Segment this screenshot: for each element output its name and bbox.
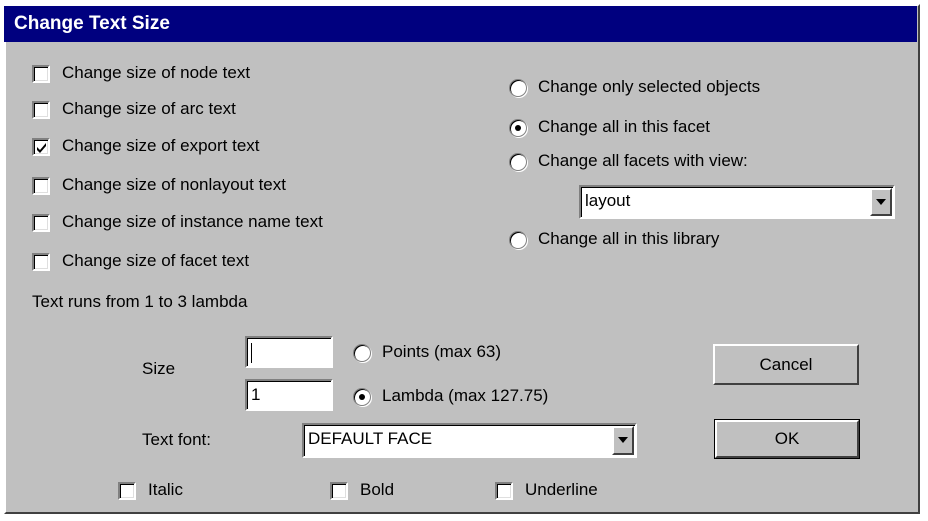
view-select-dropdown-button[interactable]	[870, 188, 892, 216]
radio-all-facets-with-view[interactable]	[509, 153, 527, 171]
checkbox-instance-name-text-label: Change size of instance name text	[62, 212, 323, 231]
checkbox-export-text[interactable]	[32, 138, 50, 156]
checkbox-bold[interactable]	[330, 482, 348, 500]
radio-points[interactable]	[353, 344, 371, 362]
radio-all-facets-with-view-label: Change all facets with view:	[538, 151, 748, 170]
view-select-value: layout	[585, 191, 631, 210]
radio-selected-dot-icon	[515, 125, 521, 131]
radio-points-label: Points (max 63)	[382, 342, 502, 361]
checkbox-bold-label: Bold	[360, 480, 395, 499]
checkbox-underline-label: Underline	[525, 480, 598, 499]
checkbox-export-text-label: Change size of export text	[62, 136, 260, 155]
checkbox-underline[interactable]	[495, 482, 513, 500]
checkbox-nonlayout-text-label: Change size of nonlayout text	[62, 175, 286, 194]
checkbox-instance-name-text[interactable]	[32, 214, 50, 232]
checkmark-icon	[37, 143, 46, 153]
lambda-input-value: 1	[251, 385, 261, 404]
lambda-input[interactable]: 1	[245, 379, 333, 411]
checkbox-node-text[interactable]	[32, 65, 50, 83]
radio-all-in-facet[interactable]	[509, 119, 527, 137]
size-label: Size	[142, 359, 176, 378]
checkbox-node-text-label: Change size of node text	[62, 63, 251, 82]
text-font-label: Text font:	[142, 430, 211, 449]
checkbox-italic-label: Italic	[148, 480, 183, 499]
points-input[interactable]	[245, 336, 333, 368]
cancel-button[interactable]: Cancel	[713, 344, 859, 385]
checkbox-facet-text[interactable]	[32, 253, 50, 271]
checkbox-facet-text-label: Change size of facet text	[62, 251, 250, 270]
radio-selected-objects-label: Change only selected objects	[538, 77, 761, 96]
radio-all-in-library[interactable]	[509, 231, 527, 249]
radio-all-in-library-label: Change all in this library	[538, 229, 720, 248]
text-font-dropdown-button[interactable]	[612, 426, 634, 455]
chevron-down-icon	[618, 437, 628, 443]
radio-lambda-label: Lambda (max 127.75)	[382, 386, 549, 405]
chevron-down-icon	[876, 199, 886, 205]
view-select[interactable]: layout	[579, 185, 895, 219]
checkbox-italic[interactable]	[118, 482, 136, 500]
info-text: Text runs from 1 to 3 lambda	[32, 292, 248, 311]
radio-lambda[interactable]	[353, 388, 371, 406]
ok-button[interactable]: OK	[714, 419, 860, 459]
text-cursor	[251, 342, 252, 363]
radio-selected-dot-icon	[359, 394, 365, 400]
checkbox-arc-text[interactable]	[32, 101, 50, 119]
text-font-select[interactable]: DEFAULT FACE	[302, 423, 637, 458]
radio-all-in-facet-label: Change all in this facet	[538, 117, 710, 136]
radio-selected-objects[interactable]	[509, 79, 527, 97]
text-font-value: DEFAULT FACE	[308, 429, 433, 448]
checkbox-nonlayout-text[interactable]	[32, 177, 50, 195]
dialog-title: Change Text Size	[4, 6, 917, 42]
checkbox-arc-text-label: Change size of arc text	[62, 99, 236, 118]
